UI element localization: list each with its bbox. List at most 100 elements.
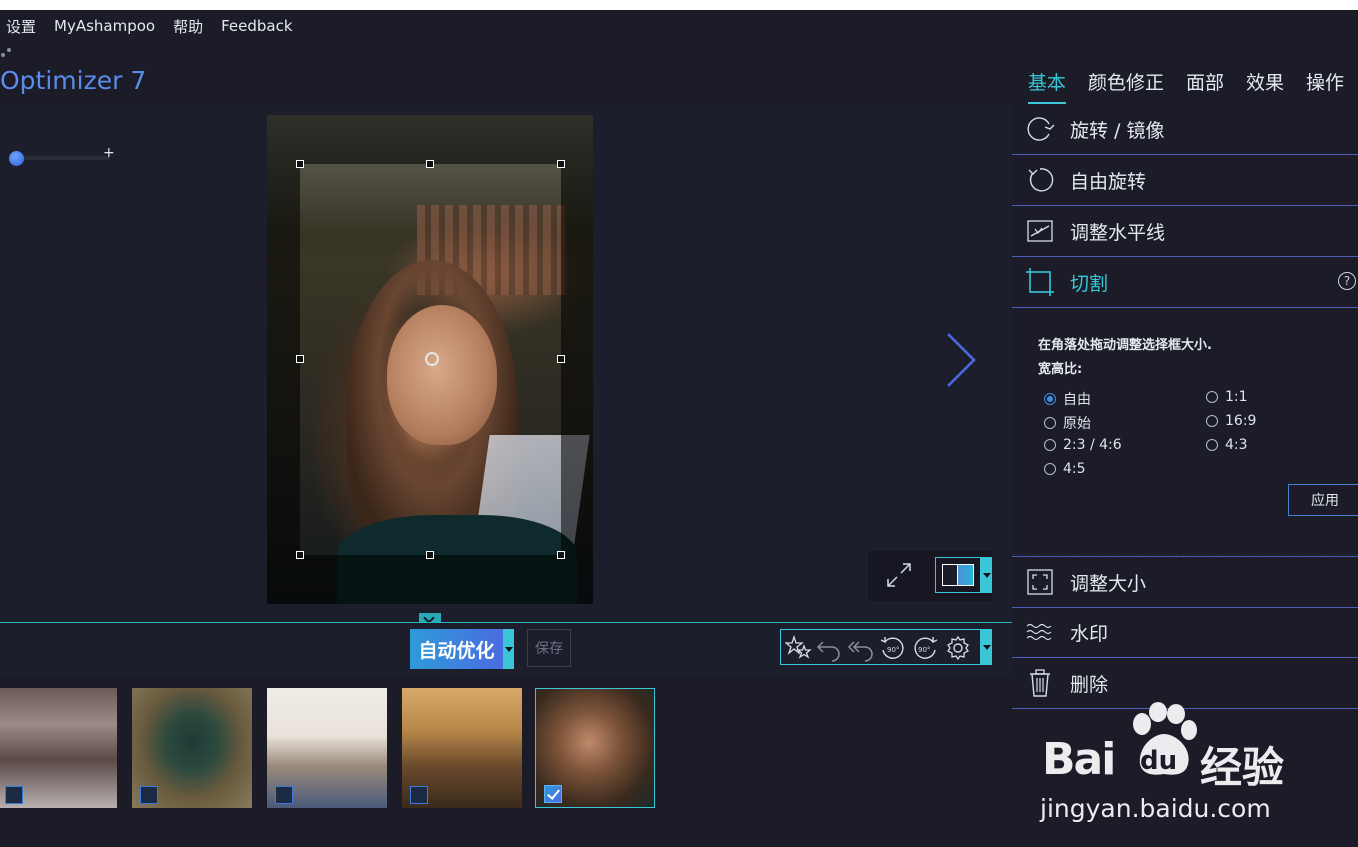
next-image-icon[interactable]	[940, 330, 980, 390]
tab-face[interactable]: 面部	[1186, 68, 1224, 104]
crop-handle-left[interactable]	[296, 355, 304, 363]
thumbnail-aerial-forest[interactable]	[132, 688, 252, 808]
thumbnail-checkbox-checked[interactable]	[544, 785, 562, 803]
menu-myashampoo[interactable]: MyAshampoo	[54, 17, 155, 35]
tools-dropdown-arrow[interactable]	[981, 629, 992, 665]
zoom-in-icon[interactable]: +	[103, 145, 115, 161]
rotate-right-label: 90°	[918, 646, 930, 654]
crop-options-panel: 在角落处拖动调整选择框大小. 宽高比: 自由 1:1 原始 16:9 2:3 /…	[1012, 306, 1358, 555]
tab-bar: 基本 颜色修正 面部 效果 操作	[1027, 68, 1358, 104]
crop-shade-bottom	[267, 555, 593, 604]
crop-handle-top-left[interactable]	[296, 160, 304, 168]
watermark-du-text: du	[1140, 746, 1178, 776]
ratio-option-original[interactable]: 原始	[1044, 413, 1091, 433]
radio-dot	[1044, 463, 1056, 475]
app-window: 设置 MyAshampoo 帮助 Feedback Optimizer 7 基本…	[0, 10, 1358, 847]
crop-handle-bottom-left[interactable]	[296, 551, 304, 559]
section-crop[interactable]: 切割 ?	[1012, 257, 1358, 308]
crop-handle-bottom[interactable]	[426, 551, 434, 559]
radio-label: 16:9	[1225, 413, 1257, 429]
section-rotate-mirror[interactable]: 旋转 / 镜像	[1012, 104, 1358, 155]
menu-help[interactable]: 帮助	[173, 16, 203, 37]
menu-feedback[interactable]: Feedback	[221, 17, 292, 35]
tab-operations[interactable]: 操作	[1306, 68, 1344, 104]
section-label: 切割	[1070, 273, 1109, 295]
section-label: 旋转 / 镜像	[1070, 120, 1165, 142]
thumbnail-portrait-selected[interactable]	[535, 688, 655, 808]
watermark-jingyan-text: 经验	[1200, 743, 1285, 792]
radio-dot	[1044, 417, 1056, 429]
thumbnail-checkbox[interactable]	[410, 786, 428, 804]
tab-color-correction[interactable]: 颜色修正	[1088, 68, 1164, 104]
before-after-compare-button[interactable]	[935, 557, 981, 593]
crop-move-handle[interactable]	[425, 352, 439, 366]
section-label: 调整水平线	[1070, 222, 1166, 244]
ratio-option-4-3[interactable]: 4:3	[1206, 437, 1248, 453]
section-horizon[interactable]: 调整水平线	[1012, 206, 1358, 257]
zoom-slider-track[interactable]	[10, 156, 110, 160]
rotate-left-90-icon[interactable]: 90°	[879, 634, 907, 662]
ratio-option-16-9[interactable]: 16:9	[1206, 413, 1256, 429]
baidu-jingyan-watermark: Bai du 经验 jingyan.baidu.com	[1040, 700, 1300, 840]
view-tools	[868, 551, 992, 601]
fullscreen-icon[interactable]	[884, 560, 914, 590]
ratio-option-free[interactable]: 自由	[1044, 389, 1091, 409]
gear-icon[interactable]	[944, 634, 972, 662]
radio-label: 2:3 / 4:6	[1063, 437, 1122, 453]
radio-dot	[1044, 439, 1056, 451]
rotate-right-90-icon[interactable]: 90°	[911, 634, 939, 662]
menu-settings[interactable]: 设置	[6, 16, 36, 37]
help-icon[interactable]: ?	[1338, 272, 1356, 290]
bottom-toolbar: 自动优化 保存 90° 90°	[0, 622, 1012, 677]
free-rotate-icon	[1028, 168, 1054, 192]
compare-dropdown-arrow[interactable]	[981, 557, 992, 593]
crop-handle-right[interactable]	[557, 355, 565, 363]
section-label: 水印	[1070, 623, 1109, 645]
ratio-option-1-1[interactable]: 1:1	[1206, 389, 1248, 405]
ratio-option-4-5[interactable]: 4:5	[1044, 461, 1086, 477]
thumbnail-city-sunset[interactable]	[402, 688, 522, 808]
thumbnail-checkbox[interactable]	[275, 786, 293, 804]
quick-tools-group: 90° 90°	[780, 629, 981, 665]
tab-effects[interactable]: 效果	[1246, 68, 1284, 104]
crop-shade-right	[561, 164, 593, 555]
crop-selection-box[interactable]	[296, 160, 565, 559]
thumbnail-checkbox[interactable]	[140, 786, 158, 804]
logo-dots-icon	[1, 48, 11, 57]
undo-icon[interactable]	[815, 634, 843, 662]
section-resize[interactable]: 调整大小	[1012, 556, 1358, 608]
radio-dot	[1206, 415, 1218, 427]
crop-handle-top-right[interactable]	[557, 160, 565, 168]
radio-label: 4:5	[1063, 461, 1086, 477]
compare-before-half	[942, 564, 958, 586]
crop-hint-text: 在角落处拖动调整选择框大小.	[1038, 338, 1212, 353]
radio-dot	[1206, 391, 1218, 403]
horizon-icon	[1027, 220, 1053, 242]
app-title: Optimizer 7	[0, 66, 147, 95]
section-label: 删除	[1070, 674, 1109, 696]
section-label: 自由旋转	[1070, 171, 1147, 193]
aspect-ratio-label: 宽高比:	[1038, 362, 1083, 377]
thumbnail-street-crowd[interactable]	[0, 688, 117, 808]
apply-crop-button[interactable]: 应用	[1288, 484, 1358, 516]
auto-optimize-dropdown[interactable]	[503, 629, 514, 669]
thumbnail-high-five[interactable]	[267, 688, 387, 808]
section-watermark[interactable]: 水印	[1012, 607, 1358, 658]
crop-handle-top[interactable]	[426, 160, 434, 168]
crop-handle-bottom-right[interactable]	[557, 551, 565, 559]
thumbnail-checkbox[interactable]	[5, 786, 23, 804]
rotate-left-label: 90°	[887, 646, 899, 654]
magic-stars-icon[interactable]	[785, 634, 813, 662]
radio-label: 原始	[1063, 416, 1091, 432]
zoom-slider-knob[interactable]	[9, 151, 24, 166]
radio-label: 自由	[1063, 392, 1091, 408]
section-free-rotate[interactable]: 自由旋转	[1012, 155, 1358, 206]
radio-dot	[1206, 439, 1218, 451]
save-button[interactable]: 保存	[527, 629, 571, 667]
crop-icon	[1026, 268, 1054, 296]
watermark-url: jingyan.baidu.com	[1040, 794, 1271, 823]
ratio-option-2-3[interactable]: 2:3 / 4:6	[1044, 437, 1122, 453]
tab-basic[interactable]: 基本	[1027, 68, 1066, 104]
auto-optimize-button[interactable]: 自动优化	[410, 629, 503, 669]
undo-all-icon[interactable]	[847, 634, 875, 662]
